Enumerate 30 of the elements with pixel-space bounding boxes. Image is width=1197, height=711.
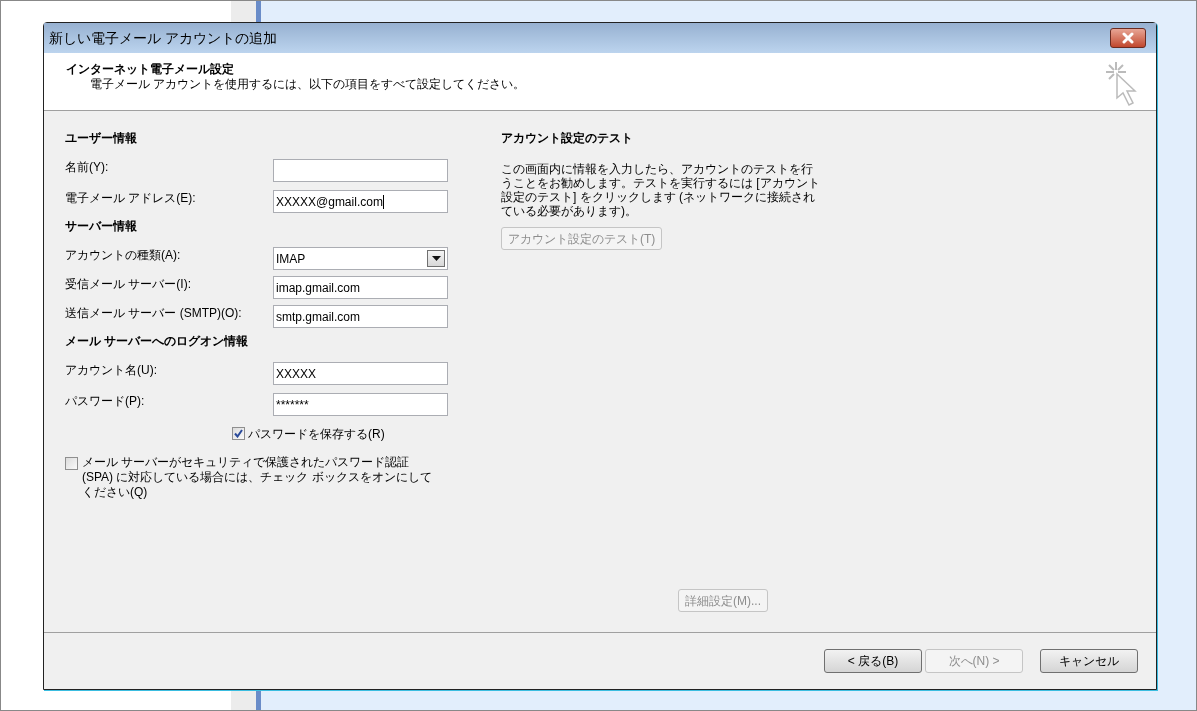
input-field[interactable]: XXXXX — [273, 362, 448, 385]
checkbox[interactable] — [65, 457, 78, 470]
field-label: アカウントの種類(A): — [65, 247, 182, 263]
back-button[interactable]: < 戻る(B) — [824, 649, 922, 673]
field-label: パスワード(P): — [65, 393, 146, 409]
section-heading: サーバー情報 — [65, 219, 137, 235]
header-title: インターネット電子メール設定 — [66, 62, 235, 77]
input-field[interactable] — [273, 159, 448, 182]
field-label: 受信メール サーバー(I): — [65, 276, 192, 292]
checkbox[interactable] — [232, 427, 245, 440]
close-button[interactable] — [1110, 28, 1146, 48]
input-field[interactable]: ******* — [273, 393, 448, 416]
section-heading: アカウント設定のテスト — [501, 131, 634, 147]
input-field[interactable]: smtp.gmail.com — [273, 305, 448, 328]
field-label: アカウント名(U): — [65, 362, 158, 378]
section-heading: メール サーバーへのログオン情報 — [65, 334, 249, 350]
input-field[interactable]: XXXXX@gmail.com — [273, 190, 448, 213]
cancel-button[interactable]: キャンセル — [1040, 649, 1138, 673]
close-icon[interactable] — [1121, 32, 1135, 44]
field-label: 電子メール アドレス(E): — [65, 190, 197, 206]
window-title: 新しい電子メール アカウントの追加 — [49, 28, 277, 48]
spa-label: メール サーバーがセキュリティで保護されたパスワード認証 (SPA) に対応している場合には、チェック ボックスをオンにしてください(Q) — [82, 455, 433, 500]
field-label: 送信メール サーバー (SMTP)(O): — [65, 305, 243, 321]
account-type-dropdown[interactable]: IMAP — [273, 247, 448, 270]
field-label: 名前(Y): — [65, 159, 110, 175]
test-description: この画面内に情報を入力したら、アカウントのテストを行うことをお勧めします。テストを実行するには [アカウント設定のテスト] をクリックします (ネットワークに接続されている必要があります)。 — [501, 162, 821, 218]
input-field[interactable]: imap.gmail.com — [273, 276, 448, 299]
section-heading: ユーザー情報 — [65, 131, 137, 147]
header-subtitle: 電子メール アカウントを使用するには、以下の項目をすべて設定してください。 — [89, 77, 526, 92]
save-password-label: パスワードを保存する(R) — [248, 425, 385, 443]
